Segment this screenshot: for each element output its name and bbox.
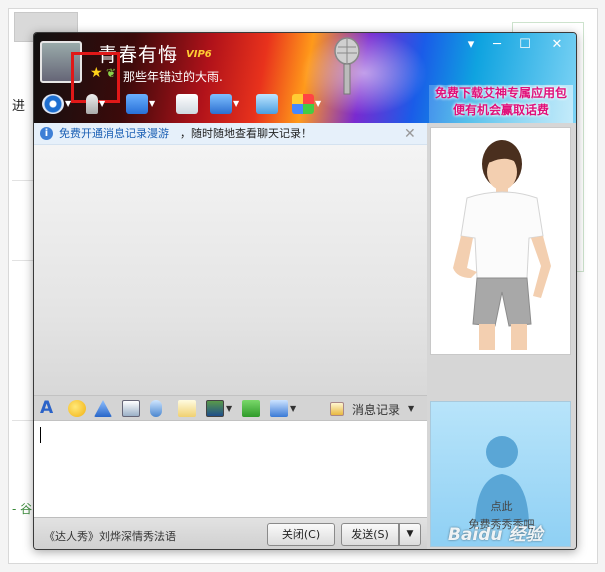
background-divider xyxy=(12,420,34,421)
show-panel: 点此 免费秀秀秀吧 xyxy=(427,123,576,549)
folder-icon xyxy=(126,93,148,114)
bottom-bar: 《达人秀》刘烨深情秀法语 关闭(C) 发送(S) ▼ xyxy=(34,517,427,549)
app-green-icon[interactable] xyxy=(242,400,260,417)
send-file-button[interactable]: ▼ xyxy=(126,93,155,117)
message-history-button[interactable]: 消息记录 xyxy=(352,401,400,418)
contact-signature: 那些年错过的大雨. xyxy=(123,70,223,84)
camera-icon xyxy=(42,93,64,114)
notice-text: ，随时随地查看聊天记录！ xyxy=(180,127,312,140)
message-add-icon xyxy=(176,93,198,114)
notice-bar: i 免费开通消息记录漫游 ，随时随地查看聊天记录！ ✕ xyxy=(34,123,427,145)
background-divider xyxy=(12,260,34,261)
send-options-button[interactable]: ▼ xyxy=(399,523,421,546)
minimize-button[interactable]: ─ xyxy=(486,37,508,53)
ad-banner[interactable]: 免费下载艾神专属应用包 便有机会赢取话费 xyxy=(429,85,573,123)
monitor-icon xyxy=(210,93,232,114)
chevron-down-icon: ▼ xyxy=(315,99,322,108)
chevron-down-icon: ▼ xyxy=(233,99,240,108)
message-area[interactable]: i 免费开通消息记录漫游 ，随时随地查看聊天记录！ ✕ xyxy=(34,123,427,395)
voice-message-icon[interactable] xyxy=(150,400,162,417)
screen-share-button[interactable] xyxy=(256,93,278,117)
music-status[interactable]: 《达人秀》刘烨深情秀法语 xyxy=(44,528,176,544)
microphone-icon xyxy=(334,37,360,95)
film-icon[interactable] xyxy=(122,400,140,417)
ad-line-2: 便有机会赢取话费 xyxy=(452,103,549,117)
chevron-down-icon[interactable]: ▼ xyxy=(226,404,232,413)
screenshot-icon[interactable] xyxy=(270,400,288,417)
close-window-button[interactable]: ✕ xyxy=(546,37,568,53)
info-icon: i xyxy=(40,127,53,140)
video-call-button[interactable]: ▼ xyxy=(42,93,71,117)
background-green-text: - 谷 xyxy=(12,502,33,516)
background-divider xyxy=(12,180,34,181)
sms-button[interactable] xyxy=(176,93,198,117)
chat-header: 青春有悔 VIP6 ★ ❦ 那些年错过的大雨. ▾ ─ ☐ ✕ ▼ ▼ ▼ ▼ … xyxy=(34,33,576,123)
apps-grid-icon xyxy=(292,93,314,114)
maximize-button[interactable]: ☐ xyxy=(514,37,536,53)
chevron-down-icon: ▼ xyxy=(65,99,72,108)
notice-close-icon[interactable]: ✕ xyxy=(404,123,416,145)
show-click-text: 点此 xyxy=(490,500,513,513)
remote-desktop-button[interactable]: ▼ xyxy=(210,93,239,117)
note-icon[interactable] xyxy=(178,400,196,417)
close-button[interactable]: 关闭(C) xyxy=(267,523,335,546)
history-icon xyxy=(330,402,344,416)
chevron-down-icon[interactable]: ▼ xyxy=(408,404,414,413)
chat-window: 青春有悔 VIP6 ★ ❦ 那些年错过的大雨. ▾ ─ ☐ ✕ ▼ ▼ ▼ ▼ … xyxy=(33,32,577,550)
font-button[interactable]: A xyxy=(40,400,58,417)
notice-link[interactable]: 免费开通消息记录漫游 xyxy=(59,123,169,145)
chat-toolbar: ▼ ▼ ▼ ▼ ▼ xyxy=(34,91,434,119)
shake-icon[interactable] xyxy=(94,400,112,417)
vip-badge[interactable]: VIP6 xyxy=(186,49,212,60)
voice-call-button[interactable]: ▼ xyxy=(86,93,105,117)
window-menu-button[interactable]: ▾ xyxy=(460,37,482,53)
chevron-down-icon: ▼ xyxy=(99,99,106,108)
avatar-show-image[interactable] xyxy=(430,127,571,355)
mic-icon xyxy=(86,93,98,114)
format-toolbar: A ▼ ▼ 消息记录 ▼ xyxy=(34,395,427,421)
send-button[interactable]: 发送(S) xyxy=(341,523,399,546)
chevron-down-icon: ▼ xyxy=(149,99,156,108)
background-text-fragment: 进 xyxy=(12,99,26,114)
ad-line-1: 免费下载艾神专属应用包 xyxy=(434,86,567,100)
text-caret xyxy=(40,427,41,443)
character-figure xyxy=(453,140,551,350)
message-input[interactable] xyxy=(34,421,427,517)
apps-button[interactable]: ▼ xyxy=(292,93,321,117)
image-icon[interactable] xyxy=(206,400,224,417)
screen-icon xyxy=(256,93,278,114)
emoji-icon[interactable] xyxy=(68,400,86,417)
chevron-down-icon[interactable]: ▼ xyxy=(290,404,296,413)
watermark-logo: Baidu 经验 xyxy=(448,525,543,545)
